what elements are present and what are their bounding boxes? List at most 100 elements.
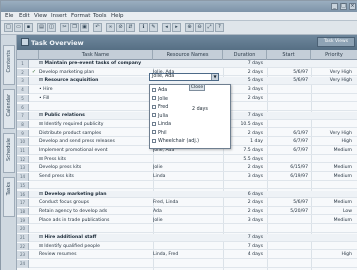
cell-resources[interactable] [153,156,223,164]
cell-resources[interactable]: Jolie [153,164,223,172]
checkbox-icon[interactable] [152,104,156,109]
cell-priority[interactable] [311,86,357,94]
save-icon[interactable]: ▪ [24,23,33,32]
checkbox-icon[interactable] [152,130,156,134]
cell-duration[interactable] [223,260,267,268]
cell-duration[interactable]: 7 days [223,243,267,251]
indent-icon[interactable]: ▸ [172,23,181,32]
cell-duration[interactable] [223,225,267,233]
sidetab-calendar[interactable]: Calendar [3,89,15,129]
table-row[interactable]: 20 [17,225,357,233]
checkbox-icon[interactable] [152,96,156,100]
resource-cell-editor[interactable]: Jolie, Ada ▼ [149,73,219,81]
cell-task-name[interactable]: ⊟ Press kits [39,156,153,164]
help-icon[interactable]: ? [215,23,224,32]
menu-help[interactable]: Help [111,13,124,19]
cell-priority[interactable]: Very High [311,130,357,138]
dropdown-item[interactable]: Julia [152,113,230,120]
cell-start[interactable]: 5/6/97 [267,77,311,85]
table-row[interactable]: 13 Develop press kits Jolie 2 days 6/15/97 M… [17,164,357,172]
open-icon[interactable]: ▭ [14,23,23,32]
minimize-button[interactable]: _ [331,3,338,10]
cell-resources[interactable] [153,234,223,242]
cell-priority[interactable] [311,260,357,268]
cell-priority[interactable]: Medium [311,199,357,207]
menu-format[interactable]: Format [71,13,90,19]
cell-duration[interactable]: 2 days [223,199,267,207]
cell-start[interactable] [267,217,311,225]
preview-icon[interactable]: ◫ [47,23,56,32]
cell-duration[interactable]: 4 days [223,251,267,259]
cell-start[interactable]: 6/7/97 [267,147,311,155]
table-row[interactable]: 19 Place ads in trade publications Jolie 3… [17,216,357,225]
cell-task-name[interactable]: • Fill [39,95,153,103]
cell-start[interactable]: 5/20/97 [267,208,311,216]
cell-task-name[interactable]: ⊟ Identify qualified people [39,243,153,251]
cell-start[interactable] [267,156,311,164]
table-row[interactable]: 23 Review resumes Linda, Fred 4 days High [17,251,357,259]
cell-task-name[interactable] [39,260,153,268]
table-row[interactable]: 1 ⊟ Maintain pre-event tasks of company 7 … [17,60,357,68]
cell-start[interactable] [267,112,311,120]
print-icon[interactable]: ▤ [37,23,46,32]
header-task-name[interactable]: Task Name [39,50,153,60]
menu-insert[interactable]: Insert [51,13,67,19]
menu-file[interactable]: Ele [5,13,13,19]
cell-task-name[interactable]: Retain agency to develop ads [39,208,153,216]
cell-task-name[interactable] [39,104,153,112]
close-button[interactable]: × [349,3,356,10]
cell-duration[interactable] [223,182,267,190]
header-resources[interactable]: Resource Names [153,50,223,60]
zoom-out-icon[interactable]: ⊖ [195,23,204,32]
header-duration[interactable]: Duration [223,50,267,60]
undo-icon[interactable]: ↶ [93,23,102,32]
cell-start[interactable]: 5/6/97 [267,69,311,77]
cell-task-name[interactable]: Develop press kits [39,164,153,172]
cut-icon[interactable]: ✂ [60,23,69,32]
menu-tools[interactable]: Tools [93,13,107,19]
table-row[interactable]: 16 ⊟ Develop marketing plan 6 days [17,190,357,199]
cell-duration[interactable]: 6 days [223,191,267,199]
cell-resources[interactable] [153,260,223,268]
table-row[interactable]: 21 ⊟ Hire additional staff 7 days [17,234,357,242]
menu-edit[interactable]: Edit [19,13,30,19]
cell-resources[interactable] [153,191,223,199]
cell-start[interactable] [267,121,311,129]
cell-start[interactable] [267,234,311,242]
info-icon[interactable]: ℹ [139,23,148,32]
checkbox-icon[interactable] [152,121,156,126]
cell-priority[interactable]: Medium [311,164,357,172]
cell-priority[interactable]: Low [311,208,357,216]
cell-resources[interactable]: Linda [153,173,223,181]
cell-duration[interactable]: 5.5 days [223,156,267,164]
cell-duration[interactable]: 7 days [223,234,267,242]
cell-start[interactable] [267,260,311,268]
cell-task-name[interactable]: ⊟ Public relations [39,112,153,120]
task-views-button[interactable]: Task Views [317,37,355,47]
cell-duration[interactable]: 3 days [223,173,267,181]
table-row[interactable]: 15 [17,181,357,190]
cell-priority[interactable]: Medium [311,147,357,155]
cell-start[interactable]: 6/15/97 [267,164,311,172]
cell-task-name[interactable]: Send press kits [39,173,153,181]
link-icon[interactable]: ∞ [106,23,115,32]
sidetab-schedule[interactable]: Schedule [3,133,15,173]
cell-start[interactable] [267,251,311,259]
header-start[interactable]: Start [267,50,311,60]
dropdown-item[interactable]: Jolie [152,96,230,103]
cell-task-name[interactable]: ⊟ Develop marketing plan [39,191,153,199]
cell-priority[interactable] [311,95,357,103]
cell-priority[interactable] [311,225,357,233]
cell-priority[interactable]: Medium [311,217,357,225]
cell-task-name[interactable]: Develop and send press releases [39,138,153,146]
cell-resources[interactable] [153,243,223,251]
header-priority[interactable]: Priority [311,50,357,60]
split-icon[interactable]: ⇵ [126,23,135,32]
cell-priority[interactable] [311,191,357,199]
dropdown-close-button[interactable]: Close [189,84,205,91]
cell-start[interactable] [267,225,311,233]
cell-task-name[interactable]: ⊟ Identify required publicity [39,121,153,129]
cell-task-name[interactable]: ⊟ Resource acquisition [39,77,153,85]
table-row[interactable]: 12 ⊟ Press kits 5.5 days [17,155,357,164]
cell-task-name[interactable]: Implement promotional event [39,147,153,155]
